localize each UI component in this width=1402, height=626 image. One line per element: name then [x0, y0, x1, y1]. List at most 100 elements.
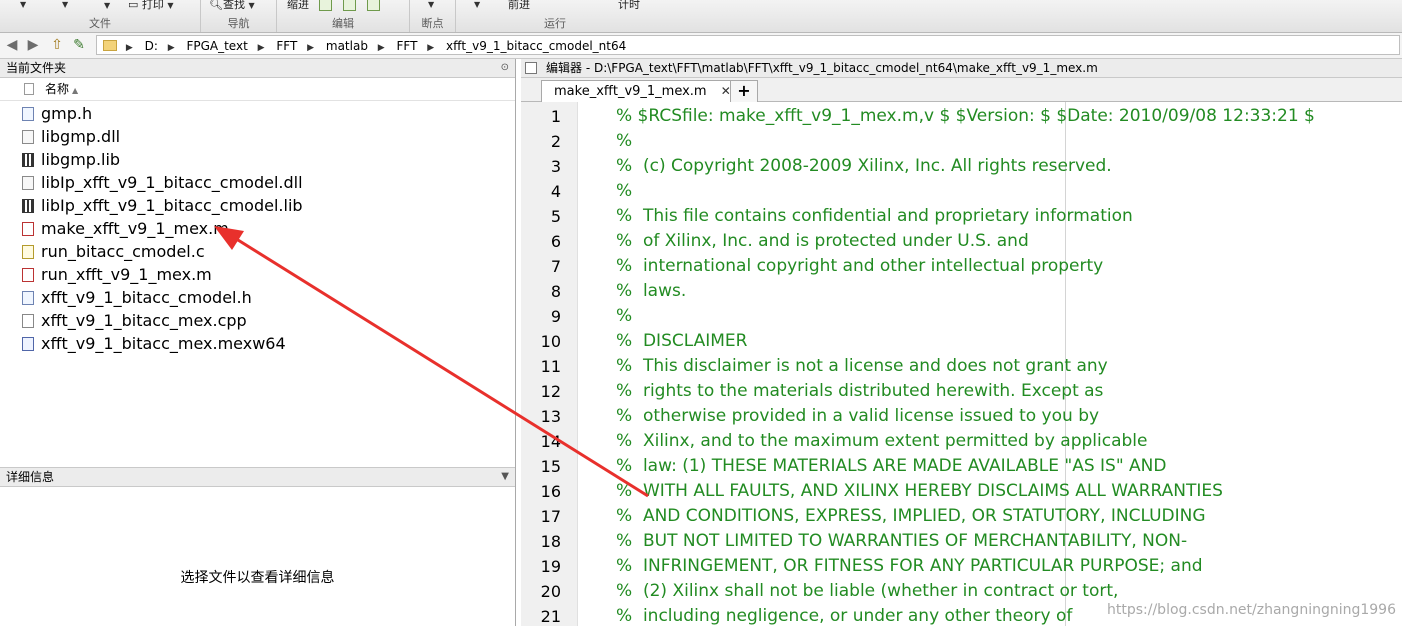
indent-button[interactable]: 缩进	[287, 0, 309, 12]
file-item[interactable]: run_bitacc_cmodel.c	[0, 240, 515, 263]
h-file-icon	[22, 291, 34, 305]
search-icon: 🔍︎	[209, 0, 223, 11]
file-name: libgmp.lib	[41, 150, 121, 169]
path-field[interactable]: ▶ D: ▶ FPGA_text ▶ FFT ▶ matlab ▶ FFT ▶ …	[96, 35, 1400, 55]
path-segment[interactable]: xfft_v9_1_bitacc_cmodel_nt64	[446, 39, 626, 53]
group-label-edit: 编辑	[332, 17, 354, 30]
code-comment-text: % including negligence, or under any oth…	[616, 606, 1073, 626]
file-name: libgmp.dll	[41, 127, 121, 146]
increase-indent-icon[interactable]	[343, 0, 356, 12]
file-item[interactable]: libIp_xfft_v9_1_bitacc_cmodel.dll	[0, 171, 515, 194]
line-number: 18	[540, 532, 561, 551]
file-item[interactable]: libIp_xfft_v9_1_bitacc_cmodel.lib	[0, 194, 515, 217]
code-comment-text: % INFRINGEMENT, OR FITNESS FOR ANY PARTI…	[616, 556, 1203, 576]
find-label: 查找	[222, 0, 245, 11]
path-segment[interactable]: FPGA_text	[186, 39, 247, 53]
current-folder-title: 当前文件夹	[6, 61, 67, 75]
file-item[interactable]: run_xfft_v9_1_mex.m	[0, 263, 515, 286]
decrease-indent-icon[interactable]	[367, 0, 380, 12]
chevron-down-icon[interactable]: ▼	[20, 0, 26, 12]
file-item[interactable]: libgmp.dll	[0, 125, 515, 148]
navigate-group: 🔍︎查找 ▼ 导航	[201, 0, 277, 32]
group-label-navigate: 导航	[227, 17, 250, 30]
code-comment-text: % This file contains confidential and pr…	[616, 206, 1133, 226]
path-separator: ▶	[257, 43, 265, 53]
h-file-icon	[22, 107, 34, 121]
panel-menu-icon[interactable]: ⊙	[501, 59, 509, 77]
line-number: 3	[550, 157, 561, 176]
name-column-header[interactable]: 名称 ▲	[0, 78, 515, 101]
chevron-down-icon[interactable]: ▼	[104, 0, 110, 12]
find-button[interactable]: 🔍︎查找 ▼	[209, 0, 255, 12]
chevron-down-icon[interactable]: ▼	[501, 468, 509, 486]
line-number: 11	[540, 357, 561, 376]
print-button[interactable]: ▭ 打印 ▼	[128, 0, 174, 12]
line-number: 8	[550, 282, 561, 301]
file-item[interactable]: libgmp.lib	[0, 148, 515, 171]
editor-icon	[525, 62, 537, 74]
details-message: 选择文件以查看详细信息	[180, 570, 335, 586]
m-file-icon	[22, 222, 34, 236]
code-comment-text: % otherwise provided in a valid license …	[616, 406, 1100, 426]
line-number: 10	[540, 332, 561, 351]
file-type-column-icon	[24, 83, 34, 95]
forward-button[interactable]: 前进	[508, 0, 530, 12]
line-number: 12	[540, 382, 561, 401]
up-folder-icon[interactable]: ⇧	[48, 33, 66, 58]
line-number: 13	[540, 407, 561, 426]
forward-arrow-icon[interactable]: ▶	[24, 33, 42, 58]
file-item[interactable]: make_xfft_v9_1_mex.m	[0, 217, 515, 240]
dll-file-icon	[22, 176, 34, 190]
chevron-down-icon[interactable]: ▼	[474, 0, 480, 12]
back-arrow-icon[interactable]: ◀	[3, 33, 21, 58]
path-separator: ▶	[167, 43, 175, 53]
edit-group: 缩进 编辑	[277, 0, 410, 32]
printer-icon: ▭	[128, 0, 139, 11]
chevron-down-icon: ▼	[167, 1, 174, 10]
folder-icon	[103, 40, 117, 51]
current-folder-title-bar: 当前文件夹 ⊙	[0, 59, 515, 78]
code-comment-text: % (2) Xilinx shall not be liable (whethe…	[616, 581, 1119, 601]
c-file-icon	[22, 245, 34, 259]
code-comment-text: %	[616, 181, 633, 201]
browse-folder-icon[interactable]: ✎	[70, 33, 88, 58]
file-group: ▼ ▼ ▼ ▭ 打印 ▼ 文件	[0, 0, 201, 32]
file-item[interactable]: xfft_v9_1_bitacc_mex.cpp	[0, 309, 515, 332]
code-comment-text: %	[616, 131, 633, 151]
tab-label: make_xfft_v9_1_mex.m	[554, 84, 707, 99]
code-comment-text: % rights to the materials distributed he…	[616, 381, 1104, 401]
chevron-down-icon[interactable]: ▼	[428, 0, 434, 12]
file-name: libIp_xfft_v9_1_bitacc_cmodel.lib	[41, 196, 303, 215]
file-name: xfft_v9_1_bitacc_mex.cpp	[41, 311, 247, 330]
add-tab-button[interactable]: +	[730, 80, 758, 102]
file-list: gmp.h libgmp.dll libgmp.lib libIp_xfft_v9_1…	[0, 102, 515, 355]
file-name: xfft_v9_1_bitacc_cmodel.h	[41, 288, 252, 307]
code-comment-text: % law: (1) THESE MATERIALS ARE MADE AVAI…	[616, 456, 1167, 476]
file-item[interactable]: xfft_v9_1_bitacc_cmodel.h	[0, 286, 515, 309]
indent-icon[interactable]	[319, 0, 332, 12]
run-group: ▼ 前进 计时 运行	[456, 0, 654, 32]
line-number: 7	[550, 257, 561, 276]
code-comment-text: % international copyright and other inte…	[616, 256, 1104, 276]
path-segment[interactable]: FFT	[276, 39, 297, 53]
path-segment[interactable]: FFT	[397, 39, 418, 53]
line-number: 19	[540, 557, 561, 576]
timer-button[interactable]: 计时	[618, 0, 640, 12]
line-number: 14	[540, 432, 561, 451]
code-area[interactable]: 1 % $RCSfile: make_xfft_v9_1_mex.m,v $ $V…	[521, 102, 1402, 626]
line-number: 4	[550, 182, 561, 201]
print-label: 打印	[141, 0, 164, 11]
chevron-down-icon[interactable]: ▼	[62, 0, 68, 12]
path-segment-drive[interactable]: D:	[145, 39, 158, 53]
code-comment-text: % Xilinx, and to the maximum extent perm…	[616, 431, 1148, 451]
file-name: run_xfft_v9_1_mex.m	[41, 265, 212, 284]
file-name: libIp_xfft_v9_1_bitacc_cmodel.dll	[41, 173, 303, 192]
toolstrip: ▼ ▼ ▼ ▭ 打印 ▼ 文件 🔍︎查找 ▼ 导航 缩进 编辑 ▼ 断点 ▼ 前…	[0, 0, 1402, 33]
file-item[interactable]: xfft_v9_1_bitacc_mex.mexw64	[0, 332, 515, 355]
tab-make-xfft-v9-1-mex[interactable]: make_xfft_v9_1_mex.m ✕	[541, 80, 744, 102]
file-item[interactable]: gmp.h	[0, 102, 515, 125]
line-number: 1	[550, 107, 561, 126]
path-segment[interactable]: matlab	[326, 39, 368, 53]
editor-panel: 编辑器 - D:\FPGA_text\FFT\matlab\FFT\xfft_v…	[521, 59, 1402, 626]
dll-file-icon	[22, 130, 34, 144]
